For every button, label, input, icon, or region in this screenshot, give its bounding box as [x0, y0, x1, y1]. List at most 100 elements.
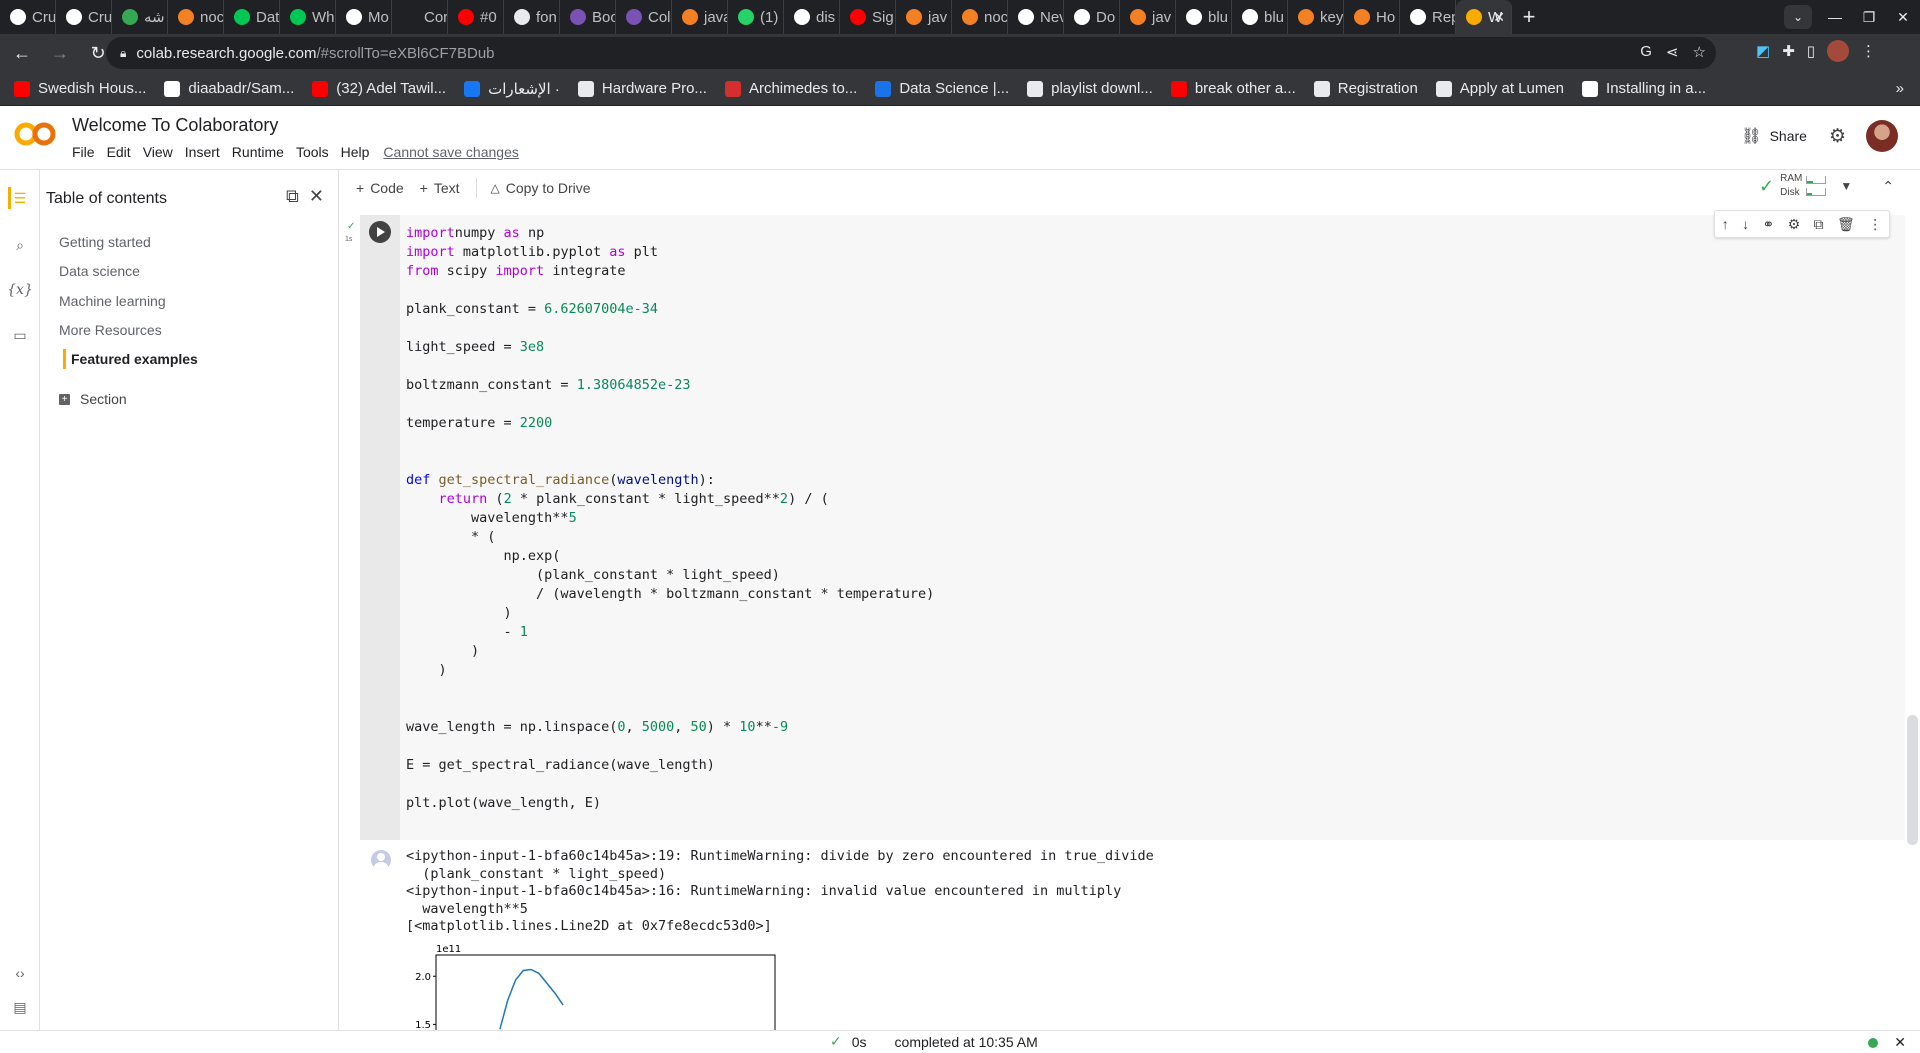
menu-insert[interactable]: Insert: [185, 144, 220, 160]
menu-view[interactable]: View: [143, 144, 173, 160]
restore-icon[interactable]: ❐: [1852, 9, 1886, 26]
add-text-button[interactable]: + Text: [420, 180, 460, 196]
move-up-icon[interactable]: ↑: [1722, 216, 1729, 232]
browser-tab[interactable]: Cor: [392, 0, 448, 34]
menu-runtime[interactable]: Runtime: [232, 144, 284, 160]
browser-tab[interactable]: blu: [1176, 0, 1232, 34]
menu-edit[interactable]: Edit: [107, 144, 131, 160]
link-to-cell-icon[interactable]: ⚭: [1763, 216, 1775, 233]
bookmark-item[interactable]: الإشعارات ·: [464, 80, 560, 98]
browser-tab[interactable]: #0: [448, 0, 504, 34]
terminal-icon[interactable]: ▤: [0, 992, 40, 1022]
delete-cell-icon[interactable]: 🗑︎: [1837, 216, 1855, 233]
tab-search-button[interactable]: ⌄: [1784, 5, 1812, 29]
close-tab-icon[interactable]: ✕: [1493, 9, 1505, 26]
menu-file[interactable]: File: [72, 144, 95, 160]
user-avatar[interactable]: [1866, 120, 1898, 152]
extensions-puzzle-icon[interactable]: ✚: [1782, 42, 1795, 60]
bookmark-item[interactable]: Swedish Hous...: [14, 80, 146, 97]
browser-tab[interactable]: key: [1288, 0, 1344, 34]
toc-item-machine-learning[interactable]: Machine learning: [59, 293, 166, 309]
extension-icon[interactable]: ◩: [1756, 42, 1770, 60]
address-bar[interactable]: 🔒︎ colab.research.google.com/#scrollTo=e…: [106, 37, 1716, 69]
move-down-icon[interactable]: ↓: [1742, 216, 1749, 232]
add-code-button[interactable]: + Code: [356, 180, 404, 196]
toc-item-data-science[interactable]: Data science: [59, 263, 140, 279]
cell-settings-icon[interactable]: ⚙: [1788, 216, 1801, 233]
more-options-icon[interactable]: ⋮: [1868, 216, 1882, 233]
browser-tab[interactable]: Cru: [0, 0, 56, 34]
bookmark-item[interactable]: Apply at Lumen: [1435, 80, 1564, 97]
bookmark-item[interactable]: break other a...: [1170, 80, 1296, 97]
bookmark-item[interactable]: Data Science |...: [875, 80, 1009, 97]
toc-item-getting-started[interactable]: Getting started: [59, 234, 151, 250]
share-page-icon[interactable]: ⋖: [1666, 43, 1679, 61]
search-icon[interactable]: ⌕: [0, 230, 40, 260]
code-snippets-icon[interactable]: ‹›: [0, 958, 40, 988]
bookmark-item[interactable]: playlist downl...: [1027, 80, 1153, 97]
toc-list-icon[interactable]: ☰: [0, 183, 40, 213]
open-in-tab-icon[interactable]: ⧉: [286, 186, 299, 207]
browser-tab[interactable]: Boo: [560, 0, 616, 34]
more-bookmarks-icon[interactable]: »: [1896, 80, 1904, 97]
copy-to-drive-button[interactable]: △ Copy to Drive: [491, 180, 591, 196]
bookmark-item[interactable]: Archimedes to...: [724, 80, 857, 97]
browser-tab[interactable]: noc: [952, 0, 1008, 34]
menu-help[interactable]: Help: [341, 144, 370, 160]
browser-tab[interactable]: Rep: [1400, 0, 1456, 34]
notebook-title[interactable]: Welcome To Colaboratory: [72, 115, 278, 136]
browser-tab[interactable]: Wh: [280, 0, 336, 34]
close-panel-icon[interactable]: ✕: [309, 186, 324, 207]
menu-tools[interactable]: Tools: [296, 144, 329, 160]
bookmark-item[interactable]: diaabadr/Sam...: [164, 80, 294, 97]
cannot-save-link[interactable]: Cannot save changes: [383, 144, 518, 160]
browser-tab[interactable]: Nev: [1008, 0, 1064, 34]
browser-tab[interactable]: java: [672, 0, 728, 34]
bookmark-item[interactable]: Hardware Pro...: [577, 80, 707, 97]
browser-tab[interactable]: jav: [896, 0, 952, 34]
settings-gear-icon[interactable]: ⚙: [1829, 125, 1846, 148]
share-button[interactable]: ⛓ Share: [1741, 126, 1807, 146]
minimize-icon[interactable]: —: [1818, 9, 1852, 25]
browser-tab[interactable]: blu: [1232, 0, 1288, 34]
scrollbar[interactable]: [1907, 715, 1918, 845]
new-tab-button[interactable]: +: [1512, 0, 1546, 34]
toc-item-section[interactable]: + Section: [59, 391, 127, 407]
bookmark-item[interactable]: (32) Adel Tawil...: [312, 80, 446, 97]
browser-tab[interactable]: Mo: [336, 0, 392, 34]
google-lens-icon[interactable]: G: [1640, 43, 1652, 61]
profile-avatar[interactable]: [1827, 40, 1850, 62]
bookmark-item[interactable]: Installing in a...: [1582, 80, 1706, 97]
browser-tab[interactable]: (1): [728, 0, 784, 34]
bookmark-item[interactable]: Registration: [1313, 80, 1418, 97]
run-cell-button[interactable]: [369, 221, 391, 243]
browser-tab[interactable]: Do: [1064, 0, 1120, 34]
colab-logo[interactable]: [14, 120, 56, 148]
browser-tab[interactable]: شه: [112, 0, 168, 34]
browser-tab[interactable]: dis: [784, 0, 840, 34]
back-icon[interactable]: ←: [6, 37, 38, 69]
browser-menu-icon[interactable]: ⋮: [1861, 42, 1876, 60]
browser-tab[interactable]: Cru: [56, 0, 112, 34]
forward-icon[interactable]: →: [44, 37, 76, 69]
browser-tab[interactable]: Ho: [1344, 0, 1400, 34]
dropdown-caret-icon[interactable]: ▼: [1840, 179, 1852, 193]
browser-tab[interactable]: W ✕: [1456, 0, 1512, 34]
browser-tab[interactable]: Dat: [224, 0, 280, 34]
browser-tab[interactable]: noc: [168, 0, 224, 34]
toc-item-more-resources[interactable]: More Resources: [59, 322, 162, 338]
files-folder-icon[interactable]: ▭: [0, 320, 40, 350]
code-editor[interactable]: importnumpy as np import matplotlib.pyplo…: [406, 224, 934, 813]
output-avatar-icon[interactable]: [371, 850, 391, 870]
browser-tab[interactable]: Col: [616, 0, 672, 34]
side-panel-icon[interactable]: ▯: [1807, 42, 1815, 60]
expand-plus-icon[interactable]: +: [59, 393, 70, 405]
close-status-icon[interactable]: ✕: [1894, 1034, 1906, 1051]
toc-item-featured-examples[interactable]: Featured examples: [63, 349, 198, 369]
browser-tab[interactable]: jav: [1120, 0, 1176, 34]
browser-tab[interactable]: fon: [504, 0, 560, 34]
variables-icon[interactable]: {x}: [0, 275, 40, 305]
collapse-header-icon[interactable]: ⌃: [1882, 178, 1894, 195]
bookmark-star-icon[interactable]: ☆: [1693, 43, 1706, 61]
mirror-cell-icon[interactable]: ⧉: [1814, 216, 1824, 233]
